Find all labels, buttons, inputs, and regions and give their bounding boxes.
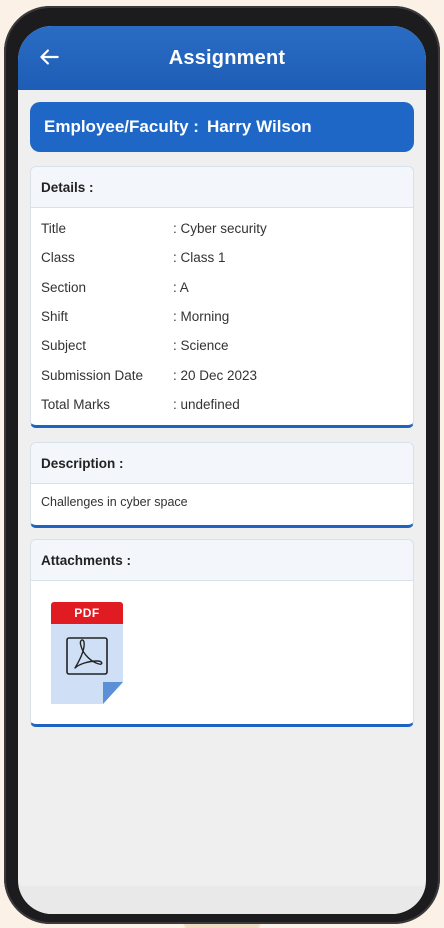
page-title: Assignment xyxy=(168,46,286,69)
employee-label: Employee/Faculty : xyxy=(44,117,199,136)
detail-row-total-marks: Total Marks : undefined xyxy=(41,390,403,419)
pdf-badge: PDF xyxy=(51,602,123,624)
detail-value: : undefined xyxy=(173,396,240,412)
detail-row-section: Section : A xyxy=(41,273,403,302)
description-card: Description : Challenges in cyber space xyxy=(30,442,414,528)
detail-value: : Science xyxy=(173,338,229,354)
detail-value: : Class 1 xyxy=(173,250,226,266)
pdf-document-icon xyxy=(51,624,123,704)
description-text: Challenges in cyber space xyxy=(41,495,188,509)
app-bar: Assignment xyxy=(18,26,426,90)
employee-bar: Employee/Faculty : Harry Wilson xyxy=(30,102,414,152)
attachments-card: Attachments : PDF xyxy=(30,539,414,727)
details-heading: Details : xyxy=(31,167,413,208)
details-list: Title : Cyber security Class : Class 1 S… xyxy=(31,208,413,419)
employee-name: Harry Wilson xyxy=(206,117,312,136)
detail-value: : Morning xyxy=(173,309,230,325)
details-card: Details : Title : Cyber security Class :… xyxy=(30,166,414,428)
arrow-left-icon[interactable] xyxy=(36,44,62,70)
detail-value: : A xyxy=(173,279,189,295)
bottom-bar xyxy=(18,886,426,914)
detail-key: Total Marks xyxy=(41,396,111,412)
detail-key: Submission Date xyxy=(41,367,144,383)
detail-key: Subject xyxy=(41,338,87,354)
detail-key: Class xyxy=(41,250,75,266)
detail-value: : Cyber security xyxy=(173,221,267,237)
phone-frame: Assignment Employee/Faculty : Harry Wils… xyxy=(4,6,440,924)
pdf-file-icon[interactable]: PDF xyxy=(51,602,123,704)
detail-value: : 20 Dec 2023 xyxy=(173,367,258,383)
app-screen: Assignment Employee/Faculty : Harry Wils… xyxy=(18,26,426,914)
detail-key: Shift xyxy=(41,309,69,325)
detail-row-title: Title : Cyber security xyxy=(41,214,403,243)
detail-row-shift: Shift : Morning xyxy=(41,302,403,331)
detail-row-class: Class : Class 1 xyxy=(41,243,403,272)
attachments-heading: Attachments : xyxy=(31,540,413,581)
detail-key: Title xyxy=(41,221,67,237)
detail-row-subject: Subject : Science xyxy=(41,331,403,360)
detail-row-submission-date: Submission Date : 20 Dec 2023 xyxy=(41,360,403,389)
description-heading: Description : xyxy=(31,443,413,484)
detail-key: Section xyxy=(41,279,87,295)
